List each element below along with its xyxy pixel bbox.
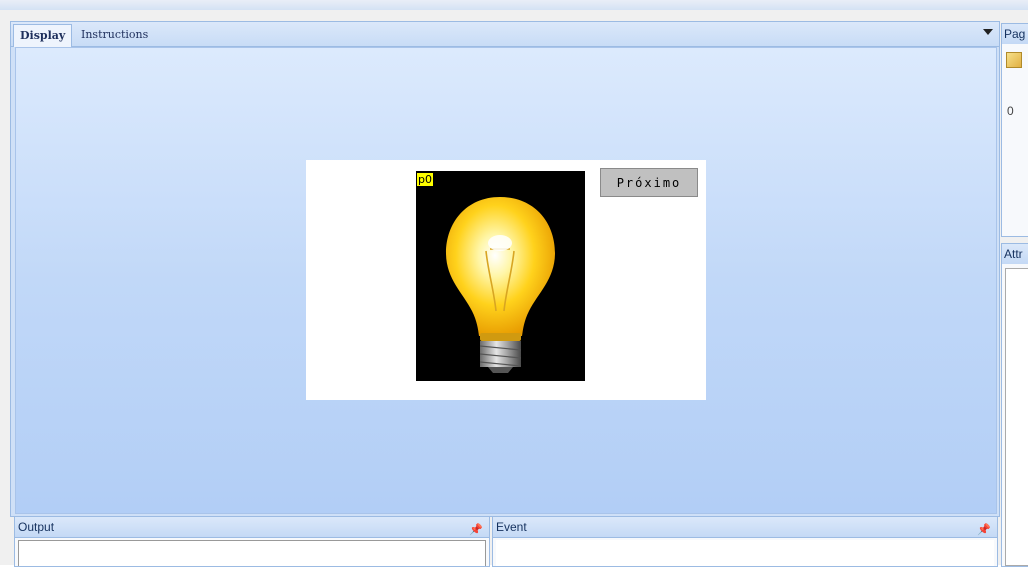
lightbulb-picture[interactable]: p0 xyxy=(416,171,585,381)
proximo-button[interactable]: Próximo xyxy=(600,168,698,197)
event-panel-header: Event 📌 xyxy=(493,517,997,538)
event-textbox[interactable] xyxy=(496,540,994,566)
output-textbox[interactable] xyxy=(18,540,486,566)
output-panel-header: Output 📌 xyxy=(15,517,489,538)
attribute-panel: Attr xyxy=(1001,243,1028,567)
chevron-down-icon[interactable] xyxy=(983,29,993,35)
attribute-grid[interactable] xyxy=(1005,268,1028,566)
page-value: 0 xyxy=(1007,104,1014,118)
title-bar xyxy=(0,0,1028,10)
page-panel: Pag 0 xyxy=(1001,23,1028,237)
tab-strip: Display Instructions xyxy=(11,22,999,47)
tab-instructions[interactable]: Instructions xyxy=(75,24,154,46)
page-panel-header: Pag xyxy=(1002,24,1028,44)
pin-icon[interactable]: 📌 xyxy=(469,520,483,540)
tab-display[interactable]: Display xyxy=(13,24,73,47)
event-panel: Event 📌 xyxy=(492,516,998,567)
output-panel: Output 📌 xyxy=(14,516,490,567)
attribute-panel-header: Attr xyxy=(1002,244,1028,264)
event-panel-title: Event xyxy=(496,520,527,534)
picture-id-badge: p0 xyxy=(417,173,433,186)
display-panel: Display Instructions p0 Próximo xyxy=(10,21,1000,517)
pin-icon[interactable]: 📌 xyxy=(977,520,991,540)
output-panel-title: Output xyxy=(18,520,55,534)
lightbulb-icon xyxy=(446,197,555,373)
hmi-screen[interactable]: p0 b0 Próximo xyxy=(306,160,706,400)
folder-icon[interactable] xyxy=(1006,52,1022,68)
design-canvas[interactable]: p0 b0 Próximo xyxy=(15,47,997,514)
editor-window: Display Instructions p0 Próximo Output 📌… xyxy=(0,0,1028,567)
